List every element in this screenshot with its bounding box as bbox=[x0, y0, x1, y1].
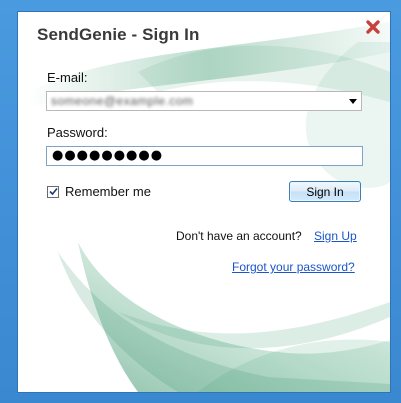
remember-me-option[interactable]: Remember me bbox=[47, 184, 151, 199]
password-field[interactable]: ●●●●●●●●● bbox=[46, 146, 363, 166]
email-value: someone@example.com bbox=[51, 94, 194, 108]
dialog-title: SendGenie - Sign In bbox=[37, 25, 200, 44]
email-combobox[interactable]: someone@example.com bbox=[46, 91, 362, 111]
dropdown-button[interactable] bbox=[345, 93, 360, 109]
remember-me-label: Remember me bbox=[65, 184, 151, 199]
email-label: E-mail: bbox=[47, 70, 88, 85]
background-swirl bbox=[28, 22, 390, 392]
no-account-text: Don't have an account? bbox=[176, 229, 302, 243]
remember-me-checkbox[interactable] bbox=[47, 185, 59, 198]
chevron-down-icon bbox=[348, 98, 357, 104]
sign-in-button[interactable]: Sign In bbox=[289, 181, 361, 202]
password-label: Password: bbox=[47, 125, 108, 140]
close-icon bbox=[366, 20, 380, 34]
check-icon bbox=[48, 187, 58, 196]
close-button[interactable] bbox=[363, 17, 383, 37]
forgot-password-link[interactable]: Forgot your password? bbox=[232, 260, 355, 274]
sign-up-link[interactable]: Sign Up bbox=[314, 229, 357, 243]
sign-in-dialog: SendGenie - Sign In E-mail: someone@exam… bbox=[18, 12, 390, 392]
